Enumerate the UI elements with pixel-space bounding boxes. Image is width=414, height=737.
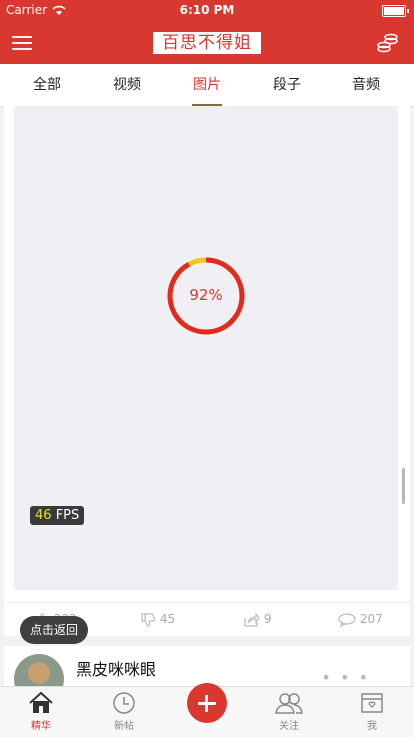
profile-box-icon [361,693,383,713]
tabbar-item-new[interactable]: 新帖 [94,691,154,732]
home-icon [29,691,53,713]
menu-icon[interactable] [12,34,32,52]
comment-count: 207 [359,612,383,626]
tabbar-label: 精华 [31,721,51,732]
tab-pictures[interactable]: 图片 [172,64,242,106]
category-tabs: 全部 视频 图片 段子 音频 [0,64,414,107]
dislike-count: 45 [159,612,176,626]
tab-all[interactable]: 全部 [12,64,82,106]
back-to-top-toast[interactable]: 点击返回 [20,616,88,644]
bottom-tab-bar: 精华 新帖 关注 我 [0,683,414,737]
clock-icon [113,692,135,714]
tabbar-item-follow[interactable]: 关注 [259,691,319,732]
status-time: 6:10 PM [179,3,235,17]
fps-unit: FPS [55,508,80,523]
share-icon [244,611,260,627]
tab-audio[interactable]: 音频 [331,64,401,106]
tabbar-label: 关注 [279,721,299,732]
navigation-bar: 百思不得姐 [0,22,414,64]
share-count: 9 [263,612,272,626]
thumbs-down-icon [141,612,156,627]
tabbar-item-me[interactable]: 我 [342,691,402,732]
more-options-icon[interactable]: • • • [322,668,370,687]
tab-video[interactable]: 视频 [92,64,162,106]
tabbar-label: 我 [367,721,377,732]
avatar[interactable] [14,654,64,690]
comment-button[interactable]: 207 [338,612,383,627]
fps-value: 46 [35,508,52,523]
share-button[interactable]: 9 [244,611,272,627]
friends-icon [275,693,303,714]
tab-jokes[interactable]: 段子 [252,64,322,106]
progress-percent: 92% [189,286,223,304]
post-author-name[interactable]: 黑皮咪咪眼 [76,656,156,680]
publish-button[interactable] [187,683,227,723]
fps-badge: 46 FPS [30,506,85,525]
tabbar-label: 新帖 [114,721,134,732]
status-bar: Carrier 6:10 PM [0,0,414,22]
post-card: 92% 46 FPS 222 45 9 207 [4,106,410,636]
tabbar-item-essence[interactable]: 精华 [11,691,71,732]
coins-icon[interactable] [376,31,400,55]
comment-icon [338,612,356,627]
battery-icon [382,5,409,17]
post-image-placeholder[interactable]: 92% 46 FPS [14,106,398,590]
app-logo: 百思不得姐 [153,32,261,54]
dislike-button[interactable]: 45 [140,612,175,627]
scroll-indicator[interactable] [402,468,405,504]
